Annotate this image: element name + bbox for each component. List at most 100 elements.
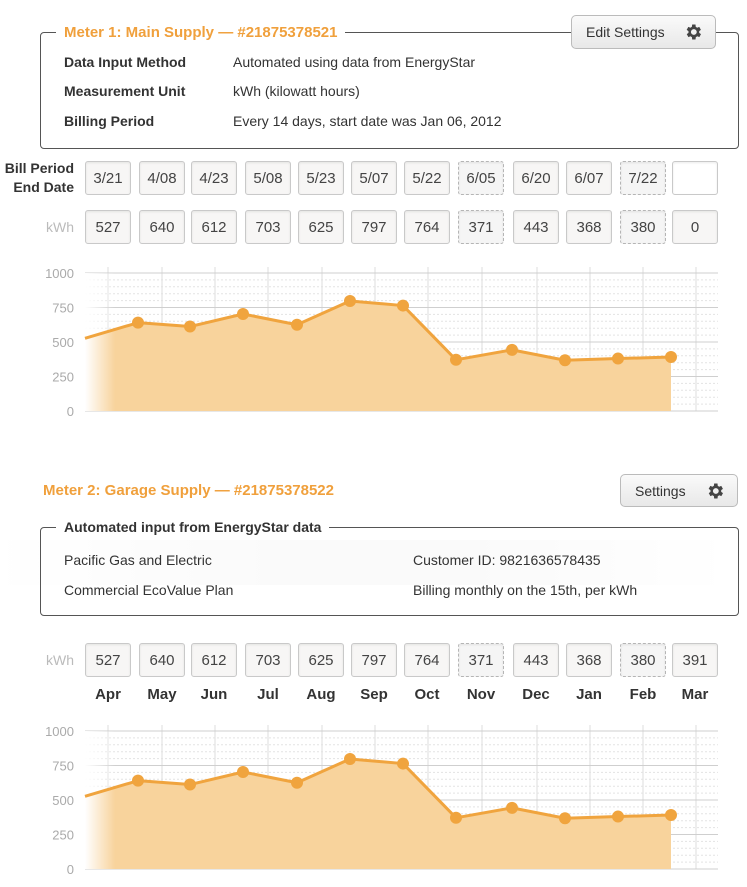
data-point[interactable] bbox=[559, 354, 571, 367]
data-point[interactable] bbox=[132, 774, 144, 787]
bill-date-cell[interactable]: 6/20 bbox=[513, 161, 559, 195]
meter2-kwh-label: kWh bbox=[46, 652, 74, 668]
y-tick-label: 1000 bbox=[45, 724, 74, 739]
data-point[interactable] bbox=[237, 307, 249, 320]
bill-date-cell[interactable]: 5/08 bbox=[245, 161, 291, 195]
bill-date-cell[interactable] bbox=[672, 161, 718, 195]
data-point[interactable] bbox=[344, 295, 356, 308]
edit-settings-button[interactable]: Edit Settings bbox=[571, 15, 716, 49]
kwh-cell[interactable]: 640 bbox=[139, 210, 185, 244]
provider-name: Pacific Gas and Electric bbox=[64, 552, 212, 568]
kwh-cell[interactable]: 703 bbox=[245, 210, 291, 244]
kwh-cell[interactable]: 380 bbox=[620, 643, 666, 677]
kwh-cell[interactable]: 371 bbox=[458, 210, 504, 244]
meter2-info-panel bbox=[40, 527, 739, 616]
data-point[interactable] bbox=[450, 811, 462, 824]
usage-area bbox=[85, 301, 671, 411]
y-tick-label: 250 bbox=[52, 828, 74, 843]
billing-info: Billing monthly on the 15th, per kWh bbox=[413, 582, 638, 598]
y-tick-label: 500 bbox=[52, 793, 74, 808]
data-point[interactable] bbox=[184, 320, 196, 333]
settings-button[interactable]: Settings bbox=[620, 474, 738, 507]
data-point[interactable] bbox=[450, 353, 462, 366]
data-point[interactable] bbox=[612, 352, 624, 365]
data-point[interactable] bbox=[291, 776, 303, 789]
kwh-cell[interactable]: 612 bbox=[191, 643, 237, 677]
month-label: Jul bbox=[257, 686, 279, 703]
kwh-cell[interactable]: 797 bbox=[351, 643, 397, 677]
data-point[interactable] bbox=[291, 318, 303, 331]
customer-id: Customer ID: 9821636578435 bbox=[413, 552, 601, 568]
data-point[interactable] bbox=[612, 810, 624, 823]
plan-name: Commercial EcoValue Plan bbox=[64, 582, 234, 598]
kwh-cell[interactable]: 371 bbox=[458, 643, 504, 677]
gear-icon bbox=[686, 24, 701, 40]
month-label: Apr bbox=[95, 686, 121, 703]
edit-settings-label: Edit Settings bbox=[586, 24, 665, 40]
data-point[interactable] bbox=[397, 757, 409, 770]
month-label: Jan bbox=[576, 686, 602, 703]
month-label: Jun bbox=[200, 686, 228, 703]
kwh-cell[interactable]: 368 bbox=[566, 643, 612, 677]
month-label: Sep bbox=[360, 686, 388, 703]
kwh-cell[interactable]: 443 bbox=[513, 643, 559, 677]
data-point[interactable] bbox=[344, 753, 356, 766]
month-label: Nov bbox=[466, 686, 496, 703]
meter2-kwh-row: 527 640 612 703 625 797 764 371 443 368 380 391 bbox=[85, 643, 725, 677]
meter2-panel-title: Automated input from EnergyStar data bbox=[56, 519, 330, 535]
meter1-date-row: 3/21 4/08 4/23 5/08 5/23 5/07 5/22 6/05 6/20 6/07… bbox=[85, 161, 725, 195]
data-point[interactable] bbox=[506, 801, 518, 814]
measurement-unit-value: kWh (kilowatt hours) bbox=[233, 83, 360, 99]
y-tick-label: 1000 bbox=[45, 266, 74, 281]
y-tick-label: 250 bbox=[52, 370, 74, 385]
kwh-cell[interactable]: 764 bbox=[404, 210, 450, 244]
kwh-cell[interactable]: 0 bbox=[672, 210, 718, 244]
month-label: Dec bbox=[522, 686, 550, 703]
kwh-cell[interactable]: 703 bbox=[245, 643, 291, 677]
usage-area bbox=[85, 759, 671, 869]
y-tick-label: 0 bbox=[67, 862, 74, 877]
kwh-cell[interactable]: 625 bbox=[298, 643, 344, 677]
meter2-month-row: Apr May Jun Jul Aug Sep Oct Nov Dec Jan Feb Mar bbox=[85, 686, 725, 706]
kwh-cell[interactable]: 368 bbox=[566, 210, 612, 244]
data-input-method-value: Automated using data from EnergyStar bbox=[233, 54, 476, 70]
y-tick-label: 750 bbox=[52, 759, 74, 774]
kwh-cell[interactable]: 380 bbox=[620, 210, 666, 244]
data-input-method-label: Data Input Method bbox=[64, 54, 187, 70]
data-point[interactable] bbox=[184, 778, 196, 791]
kwh-cell[interactable]: 764 bbox=[404, 643, 450, 677]
data-point[interactable] bbox=[665, 351, 677, 364]
data-point[interactable] bbox=[132, 316, 144, 329]
meter1-title: Meter 1: Main Supply — #21875378521 bbox=[56, 24, 346, 41]
bill-date-cell[interactable]: 4/23 bbox=[191, 161, 237, 195]
kwh-cell[interactable]: 625 bbox=[298, 210, 344, 244]
kwh-cell[interactable]: 391 bbox=[672, 643, 718, 677]
kwh-cell[interactable]: 527 bbox=[85, 643, 131, 677]
meter1-kwh-row: 527 640 612 703 625 797 764 371 443 368 380 0 bbox=[85, 210, 725, 244]
meter2-usage-chart: 0 250 500 750 1000 bbox=[45, 724, 718, 877]
month-label: Feb bbox=[629, 686, 657, 703]
kwh-cell[interactable]: 443 bbox=[513, 210, 559, 244]
bill-date-cell[interactable]: 7/22 bbox=[620, 161, 666, 195]
billing-period-value: Every 14 days, start date was Jan 06, 20… bbox=[233, 113, 502, 129]
data-point[interactable] bbox=[397, 299, 409, 312]
kwh-cell[interactable]: 612 bbox=[191, 210, 237, 244]
bill-date-cell[interactable]: 4/08 bbox=[139, 161, 185, 195]
kwh-cell[interactable]: 527 bbox=[85, 210, 131, 244]
bill-date-cell[interactable]: 5/07 bbox=[351, 161, 397, 195]
month-label: Oct bbox=[414, 686, 440, 703]
data-point[interactable] bbox=[559, 812, 571, 825]
measurement-unit-label: Measurement Unit bbox=[64, 83, 186, 99]
bill-date-cell[interactable]: 5/23 bbox=[298, 161, 344, 195]
month-label: Aug bbox=[306, 686, 336, 703]
meter1-kwh-label: kWh bbox=[46, 219, 74, 235]
data-point[interactable] bbox=[237, 765, 249, 778]
kwh-cell[interactable]: 797 bbox=[351, 210, 397, 244]
bill-date-cell[interactable]: 6/05 bbox=[458, 161, 504, 195]
bill-date-cell[interactable]: 3/21 bbox=[85, 161, 131, 195]
bill-date-cell[interactable]: 6/07 bbox=[566, 161, 612, 195]
kwh-cell[interactable]: 640 bbox=[139, 643, 185, 677]
data-point[interactable] bbox=[506, 343, 518, 356]
data-point[interactable] bbox=[665, 809, 677, 822]
bill-date-cell[interactable]: 5/22 bbox=[404, 161, 450, 195]
